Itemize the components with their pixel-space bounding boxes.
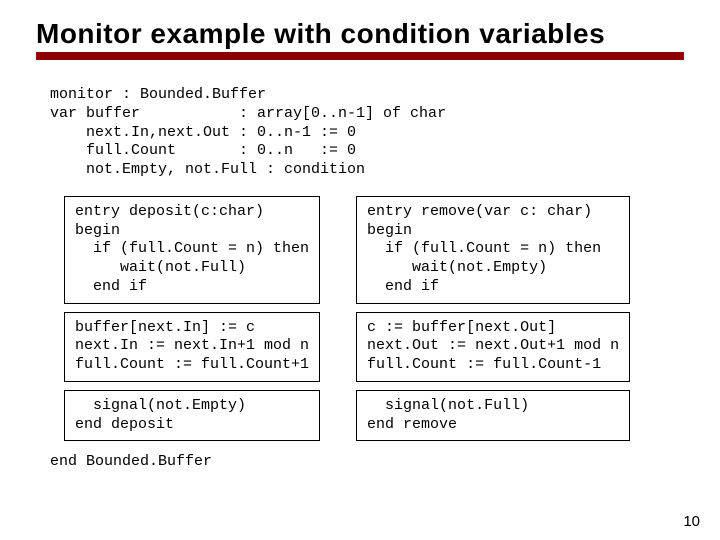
slide: Monitor example with condition variables… <box>0 0 720 540</box>
left-column: entry deposit(c:char) begin if (full.Cou… <box>64 196 320 442</box>
deposit-block-2: buffer[next.In] := c next.In := next.In+… <box>64 312 320 382</box>
deposit-block-1: entry deposit(c:char) begin if (full.Cou… <box>64 196 320 304</box>
slide-title: Monitor example with condition variables <box>36 18 684 50</box>
remove-block-3: signal(not.Full) end remove <box>356 390 630 442</box>
code-columns: entry deposit(c:char) begin if (full.Cou… <box>64 196 672 442</box>
end-monitor: end Bounded.Buffer <box>50 453 684 470</box>
remove-block-2: c := buffer[next.Out] next.Out := next.O… <box>356 312 630 382</box>
page-number: 10 <box>683 513 700 530</box>
declarations-block: monitor : Bounded.Buffer var buffer : ar… <box>50 86 684 180</box>
remove-block-1: entry remove(var c: char) begin if (full… <box>356 196 630 304</box>
right-column: entry remove(var c: char) begin if (full… <box>356 196 630 442</box>
title-rule <box>36 52 684 60</box>
deposit-block-3: signal(not.Empty) end deposit <box>64 390 320 442</box>
